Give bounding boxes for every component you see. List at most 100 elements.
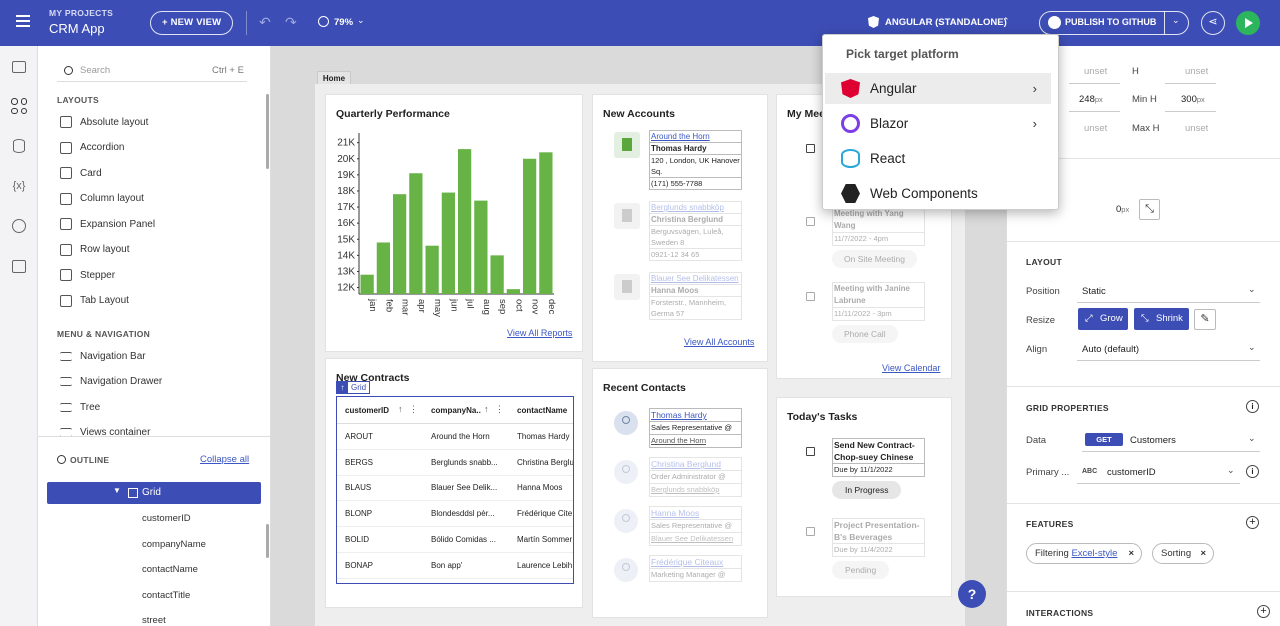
data-grid[interactable]: customerID ↑ ⋮ companyNa... ↑ ⋮ contactName ARO…: [336, 396, 574, 584]
outline-scrollbar[interactable]: [266, 524, 269, 558]
contact-item[interactable]: Hanna Moos Sales Representative @ Blauer S…: [649, 506, 742, 546]
publish-button[interactable]: PUBLISH TO GITHUB: [1065, 17, 1156, 27]
grid-column-header[interactable]: companyNa...: [431, 406, 481, 415]
variables-icon[interactable]: {x}: [8, 175, 30, 197]
layout-item[interactable]: Tab Layout: [60, 293, 129, 309]
outline-child[interactable]: customerID: [142, 513, 191, 524]
contact-name[interactable]: Christina Berglund: [649, 457, 742, 471]
max-width-value[interactable]: unset: [1084, 123, 1107, 134]
max-height-value[interactable]: unset: [1185, 123, 1208, 134]
primary-key-select[interactable]: customerID: [1107, 467, 1156, 478]
components-icon[interactable]: [8, 95, 30, 117]
account-item[interactable]: Blauer See Delikatessen Hanna Moos Forster…: [649, 272, 742, 320]
undo-icon[interactable]: ↶: [259, 14, 275, 30]
run-preview-icon[interactable]: [1236, 11, 1260, 35]
align-select[interactable]: Auto (default): [1082, 344, 1139, 355]
outline-item-grid[interactable]: ▼ Grid: [47, 482, 261, 504]
sort-arrow-icon[interactable]: ↑: [484, 404, 489, 414]
search-input[interactable]: Search: [80, 65, 110, 76]
meeting-item[interactable]: Meeting with Janine Labrune 11/11/2022 - …: [832, 282, 925, 343]
filtering-value[interactable]: Excel-style: [1071, 548, 1117, 559]
view-all-reports-link[interactable]: View All Reports: [507, 328, 572, 338]
collapse-all-link[interactable]: Collapse all: [200, 454, 249, 465]
column-menu-icon[interactable]: ⋮: [495, 404, 504, 415]
contact-company[interactable]: Berglunds snabbköp: [649, 484, 742, 497]
edit-icon[interactable]: ✎: [1194, 309, 1216, 330]
outline-child[interactable]: companyName: [142, 539, 206, 550]
info-icon[interactable]: i: [1246, 400, 1259, 413]
task-item[interactable]: Send New Contract- Chop-suey Chinese Due …: [832, 438, 925, 499]
contact-name[interactable]: Hanna Moos: [649, 506, 742, 520]
height-value[interactable]: unset: [1185, 66, 1208, 77]
gap-value[interactable]: 0px: [1116, 204, 1129, 215]
platform-option-web-components[interactable]: Web Components: [825, 178, 1051, 209]
zoom-icon[interactable]: [318, 16, 329, 27]
contact-item[interactable]: Frédérique Citeaux Marketing Manager @: [649, 555, 742, 582]
grid-column-header[interactable]: customerID: [345, 406, 395, 415]
contact-item[interactable]: Christina Berglund Order Administrator @ B…: [649, 457, 742, 497]
layout-item[interactable]: Card: [60, 165, 102, 181]
info-icon[interactable]: i: [1246, 465, 1259, 478]
contact-name[interactable]: Thomas Hardy: [649, 408, 742, 422]
redo-icon[interactable]: ↷: [285, 14, 301, 30]
outline-child[interactable]: contactName: [142, 564, 198, 575]
layout-item[interactable]: Row layout: [60, 242, 129, 258]
task-item[interactable]: Project Presentation- B's Beverages Due b…: [832, 518, 925, 579]
filtering-chip[interactable]: Filtering Excel-style ×: [1026, 543, 1142, 564]
layout-item[interactable]: Absolute layout: [60, 114, 148, 130]
outline-child[interactable]: contactTitle: [142, 590, 190, 601]
shrink-button[interactable]: ⤡ Shrink: [1134, 308, 1189, 330]
menu-icon[interactable]: [16, 15, 30, 27]
views-icon[interactable]: [8, 56, 30, 78]
publish-chevron-icon[interactable]: ⌄: [1172, 15, 1180, 26]
position-select[interactable]: Static: [1082, 286, 1106, 297]
sort-arrow-icon[interactable]: ↑: [398, 404, 403, 414]
platform-option-angular[interactable]: Angular ›: [825, 73, 1051, 104]
account-item[interactable]: Berglunds snabbköp Christina Berglund Berg…: [649, 201, 742, 261]
grid-selection-badge[interactable]: ↑ Grid: [336, 381, 371, 394]
table-row[interactable]: BONAP Bon app' Laurence Lebih: [337, 553, 573, 579]
add-interaction-icon[interactable]: +: [1257, 605, 1270, 618]
view-calendar-link[interactable]: View Calendar: [882, 363, 940, 373]
sorting-chip[interactable]: Sorting ×: [1152, 543, 1214, 564]
scrollbar[interactable]: [266, 94, 269, 169]
theme-icon[interactable]: [8, 215, 30, 237]
contact-item[interactable]: Thomas Hardy Sales Representative @ Around…: [649, 408, 742, 448]
share-icon[interactable]: ⋖: [1201, 11, 1225, 35]
close-icon[interactable]: ×: [1200, 544, 1206, 563]
contact-company[interactable]: Blauer See Delikatessen: [649, 533, 742, 546]
account-item[interactable]: Around the Horn Thomas Hardy 120 , London,…: [649, 130, 742, 190]
platform-option-react[interactable]: React: [825, 143, 1051, 174]
account-company[interactable]: Blauer See Delikatessen: [649, 272, 742, 285]
chevron-down-icon[interactable]: ⌄: [357, 15, 365, 26]
help-button[interactable]: ?: [958, 580, 986, 608]
layout-item[interactable]: Stepper: [60, 267, 115, 283]
zoom-level[interactable]: 79%: [334, 17, 353, 28]
table-row[interactable]: BLAUS Blauer See Delik... Hanna Moos: [337, 475, 573, 502]
platform-selector[interactable]: ANGULAR (STANDALONE): [885, 17, 1007, 28]
account-company[interactable]: Berglunds snabbköp: [649, 201, 742, 214]
close-icon[interactable]: ×: [1128, 544, 1134, 563]
outline-child[interactable]: street: [142, 615, 166, 623]
grid-column-header[interactable]: contactName: [517, 406, 573, 415]
column-menu-icon[interactable]: ⋮: [409, 404, 418, 415]
menu-item[interactable]: Navigation Bar: [60, 348, 146, 364]
layout-item[interactable]: Accordion: [60, 140, 124, 156]
fit-icon[interactable]: ⤡: [1139, 199, 1160, 220]
chevron-up-icon[interactable]: ⌃: [1002, 16, 1010, 27]
layout-item[interactable]: Expansion Panel: [60, 216, 155, 232]
contact-name[interactable]: Frédérique Citeaux: [649, 555, 742, 569]
view-all-accounts-link[interactable]: View All Accounts: [684, 337, 754, 347]
layout-item[interactable]: Column layout: [60, 191, 144, 207]
table-row[interactable]: AROUT Around the Horn Thomas Hardy: [337, 424, 573, 450]
min-height-value[interactable]: 300px: [1181, 94, 1205, 105]
width-value[interactable]: unset: [1084, 66, 1107, 77]
data-icon[interactable]: [8, 135, 30, 157]
assets-icon[interactable]: [8, 255, 30, 277]
menu-item[interactable]: Tree: [60, 399, 100, 415]
account-company[interactable]: Around the Horn: [649, 130, 742, 143]
meeting-item[interactable]: Meeting with Yang Wang 11/7/2022 - 4pm On …: [832, 207, 925, 268]
table-row[interactable]: BOLID Bólido Comidas ... Martín Sommer: [337, 527, 573, 553]
min-width-value[interactable]: 248px: [1079, 94, 1103, 105]
table-row[interactable]: BERGS Berglunds snabb... Christina Berglu: [337, 450, 573, 476]
